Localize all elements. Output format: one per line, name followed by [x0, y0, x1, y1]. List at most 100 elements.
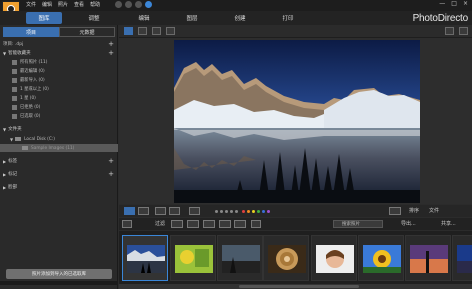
thumbnail-item-selected[interactable]: [122, 235, 168, 281]
search-input[interactable]: 搜索照片: [333, 220, 383, 228]
thumbnail-item[interactable]: [311, 235, 357, 281]
tab-library[interactable]: 图库: [26, 12, 62, 24]
smart-item[interactable]: 1 星或以上 (0): [0, 85, 118, 93]
select-all-button[interactable]: [122, 220, 132, 228]
minimize-button[interactable]: —: [439, 0, 445, 7]
expand-triangle-icon: ▼: [10, 136, 14, 142]
sort-select[interactable]: 文件: [429, 207, 439, 214]
left-panel-scrollbar[interactable]: [0, 281, 118, 285]
marks-header[interactable]: ▶ 标记 +: [0, 170, 118, 178]
people-filter-icon[interactable]: [251, 220, 261, 228]
folder-label: Sample Images (11): [31, 145, 75, 151]
tab-create[interactable]: 创建: [226, 12, 254, 24]
thumbnail-item[interactable]: [358, 235, 404, 281]
smart-item-label: 1 星 (0): [20, 96, 36, 101]
export-button[interactable]: 导出...: [401, 220, 416, 227]
rating-dot[interactable]: [225, 210, 228, 213]
hand-tool-icon[interactable]: [459, 27, 468, 35]
smart-collections-header[interactable]: ▼ 智能收藏夹 +: [0, 49, 118, 57]
tab-project[interactable]: 项目: [3, 27, 59, 37]
thumbnail-image: [268, 245, 306, 273]
thumbnail-image: [363, 245, 401, 273]
type-filter-button[interactable]: [234, 220, 246, 228]
view-toolbar: [119, 25, 472, 38]
rating-dot[interactable]: [215, 210, 218, 213]
settings-icon[interactable]: [135, 1, 142, 8]
zoom-icon[interactable]: [445, 27, 454, 35]
preview-area: [119, 38, 472, 204]
menu-photo[interactable]: 照片: [58, 1, 68, 8]
thumbnail-image: [410, 245, 448, 273]
window-controls: — □ ×: [439, 0, 468, 7]
tab-edit[interactable]: 编辑: [130, 12, 158, 24]
color-label-purple[interactable]: [267, 210, 270, 213]
thumbnail-item[interactable]: [452, 235, 472, 281]
rotate-button[interactable]: [169, 207, 180, 215]
filmstrip-scrollbar[interactable]: [119, 284, 472, 289]
menu-file[interactable]: 文件: [26, 1, 36, 8]
color-label-yellow[interactable]: [252, 210, 255, 213]
tab-layers[interactable]: 图层: [178, 12, 206, 24]
add-tag-button[interactable]: +: [108, 157, 114, 165]
smart-item[interactable]: 已选取 (0): [0, 112, 118, 120]
scroll-thumb[interactable]: [239, 285, 359, 288]
add-smart-collection-button[interactable]: +: [108, 49, 114, 57]
drive-icon: [15, 137, 22, 141]
thumbnail-image: [127, 245, 165, 273]
maximize-button[interactable]: □: [451, 0, 457, 7]
thumbnail-item[interactable]: [263, 235, 309, 281]
share-button[interactable]: 共享...: [441, 220, 456, 227]
smart-item[interactable]: 1 星 (0): [0, 94, 118, 102]
thumb-size-small-button[interactable]: [124, 207, 135, 215]
tab-print[interactable]: 打印: [274, 12, 302, 24]
tags-header[interactable]: ▶ 标签 +: [0, 157, 118, 165]
menu-help[interactable]: 帮助: [90, 1, 100, 8]
tab-adjust[interactable]: 调整: [80, 12, 108, 24]
flag-button[interactable]: [189, 207, 200, 215]
rating-dot[interactable]: [230, 210, 233, 213]
smart-item[interactable]: 所有照片 (11): [0, 58, 118, 66]
info-icon[interactable]: [145, 1, 152, 8]
smart-item[interactable]: 最新导入 (0): [0, 76, 118, 84]
collection-icon: [12, 104, 17, 110]
add-project-button[interactable]: +: [108, 40, 114, 48]
view-options-button[interactable]: [389, 207, 401, 215]
color-label-red[interactable]: [242, 210, 245, 213]
color-label-blue[interactable]: [262, 210, 265, 213]
folder-item-selected[interactable]: Sample Images (11): [0, 144, 118, 152]
preview-photo: [174, 40, 420, 203]
color-label-orange[interactable]: [247, 210, 250, 213]
split-view-button[interactable]: [155, 207, 166, 215]
rating-dot[interactable]: [235, 210, 238, 213]
redo-icon[interactable]: [125, 1, 132, 8]
rating-dot[interactable]: [220, 210, 223, 213]
edited-filter-button[interactable]: [219, 220, 231, 228]
star-filter-button[interactable]: [171, 220, 183, 228]
thumb-size-large-button[interactable]: [138, 207, 149, 215]
menu-edit[interactable]: 编辑: [42, 1, 52, 8]
smart-item[interactable]: 已拒绝 (0): [0, 103, 118, 111]
folder-item[interactable]: ▼ Local Disk (C:): [0, 135, 118, 143]
add-mark-button[interactable]: +: [108, 170, 114, 178]
folders-header[interactable]: ▼ 文件夹: [0, 125, 118, 133]
close-button[interactable]: ×: [463, 0, 468, 7]
thumbnail-item[interactable]: [170, 235, 216, 281]
collapse-triangle-icon: ▶: [3, 171, 7, 177]
smart-item[interactable]: 最近编辑 (0): [0, 67, 118, 75]
import-button[interactable]: 照片添加到导入的已选取库: [6, 269, 112, 279]
filmstrip-view-button[interactable]: [166, 27, 175, 35]
menu-view[interactable]: 查看: [74, 1, 84, 8]
single-view-button[interactable]: [138, 27, 147, 35]
color-filter-button[interactable]: [203, 220, 215, 228]
color-label-green[interactable]: [257, 210, 260, 213]
flag-filter-button[interactable]: [187, 220, 199, 228]
undo-icon[interactable]: [115, 1, 122, 8]
thumbnail-item[interactable]: [405, 235, 451, 281]
tab-metadata[interactable]: 元数据: [59, 27, 115, 37]
faces-header[interactable]: ▶ 脸部: [0, 183, 118, 191]
project-row: 项目: .dpj +: [0, 39, 118, 48]
grid-view-button[interactable]: [124, 27, 133, 35]
brand-name: PhotoDirecto: [412, 13, 469, 24]
compare-view-button[interactable]: [152, 27, 161, 35]
thumbnail-item[interactable]: [217, 235, 263, 281]
